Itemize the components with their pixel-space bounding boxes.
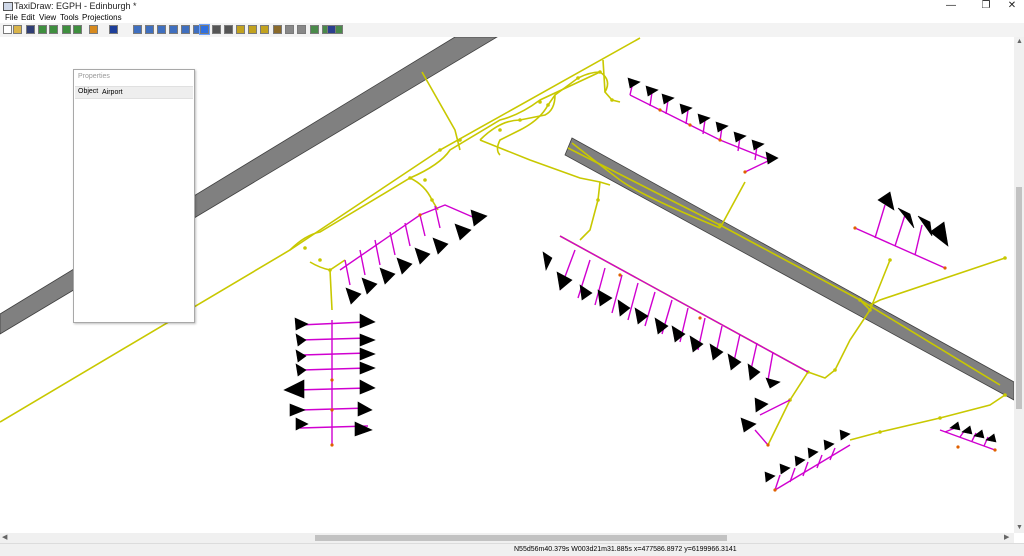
title-bar: TaxiDraw: EGPH - Edinburgh * — ❐ ✕: [0, 0, 1024, 12]
zoom-area-icon[interactable]: [181, 25, 190, 34]
menu-file[interactable]: File: [5, 12, 18, 23]
zoom-fit-icon[interactable]: [157, 25, 166, 34]
property-key: Object: [78, 88, 99, 95]
properties-row[interactable]: Object Airport: [75, 86, 193, 99]
properties-title: Properties: [78, 73, 110, 80]
taxiway-icon[interactable]: [224, 25, 233, 34]
background-image-icon[interactable]: [310, 25, 319, 34]
gps-icon[interactable]: [327, 25, 336, 34]
tower-icon[interactable]: [273, 25, 282, 34]
status-bar: N55d56m40.379s W003d21m31.885s x=477586.…: [0, 543, 1024, 556]
new-file-icon[interactable]: [3, 25, 12, 34]
menu-view[interactable]: View: [39, 12, 56, 23]
parking-icon[interactable]: [236, 25, 245, 34]
menu-edit[interactable]: Edit: [21, 12, 35, 23]
properties-panel: Properties Object Airport: [73, 69, 195, 323]
coordinate-readout: N55d56m40.379s W003d21m31.885s x=477586.…: [514, 546, 737, 553]
zoom-out-icon[interactable]: [145, 25, 154, 34]
toolbar: [0, 23, 1024, 38]
runway-east[interactable]: [564, 137, 1014, 401]
scroll-up-icon[interactable]: ▲: [1016, 37, 1023, 47]
node-icon[interactable]: [248, 25, 257, 34]
import-icon[interactable]: [38, 25, 47, 34]
close-button[interactable]: ✕: [1000, 0, 1024, 12]
menu-projections[interactable]: Projections: [82, 12, 122, 23]
parking-nodes[interactable]: [330, 108, 997, 492]
parking-lines[interactable]: [295, 81, 996, 491]
select-pointer-icon[interactable]: [199, 24, 210, 35]
runway-icon[interactable]: [212, 25, 221, 34]
zoom-in-icon[interactable]: [133, 25, 142, 34]
redo-icon[interactable]: [109, 25, 118, 34]
scroll-left-icon[interactable]: ◀: [2, 533, 7, 543]
sign-icon[interactable]: [260, 25, 269, 34]
open-folder-icon[interactable]: [13, 25, 22, 34]
zoom-reset-icon[interactable]: [169, 25, 178, 34]
import-alt-icon[interactable]: [49, 25, 58, 34]
menu-bar: File Edit View Tools Projections: [0, 12, 1024, 23]
taxiway-nodes[interactable]: [303, 70, 1007, 434]
vertical-scrollbar[interactable]: ▲ ▼: [1014, 37, 1024, 533]
app-icon: [3, 2, 13, 11]
export-icon[interactable]: [62, 25, 71, 34]
horizontal-scroll-thumb[interactable]: [315, 535, 727, 541]
menu-tools[interactable]: Tools: [60, 12, 79, 23]
vertical-scroll-thumb[interactable]: [1016, 187, 1022, 409]
window-title: TaxiDraw: EGPH - Edinburgh *: [14, 1, 137, 11]
maximize-button[interactable]: ❐: [974, 0, 998, 12]
minimize-button[interactable]: —: [939, 0, 963, 12]
walk-icon[interactable]: [297, 25, 306, 34]
save-icon[interactable]: [26, 25, 35, 34]
scroll-right-icon[interactable]: ▶: [1004, 533, 1009, 543]
undo-icon[interactable]: [89, 25, 98, 34]
property-value[interactable]: Airport: [102, 89, 123, 96]
horizontal-scrollbar[interactable]: ◀ ▶: [0, 533, 1014, 543]
export-alt-icon[interactable]: [73, 25, 82, 34]
scroll-down-icon[interactable]: ▼: [1016, 523, 1023, 533]
windsock-icon[interactable]: [285, 25, 294, 34]
